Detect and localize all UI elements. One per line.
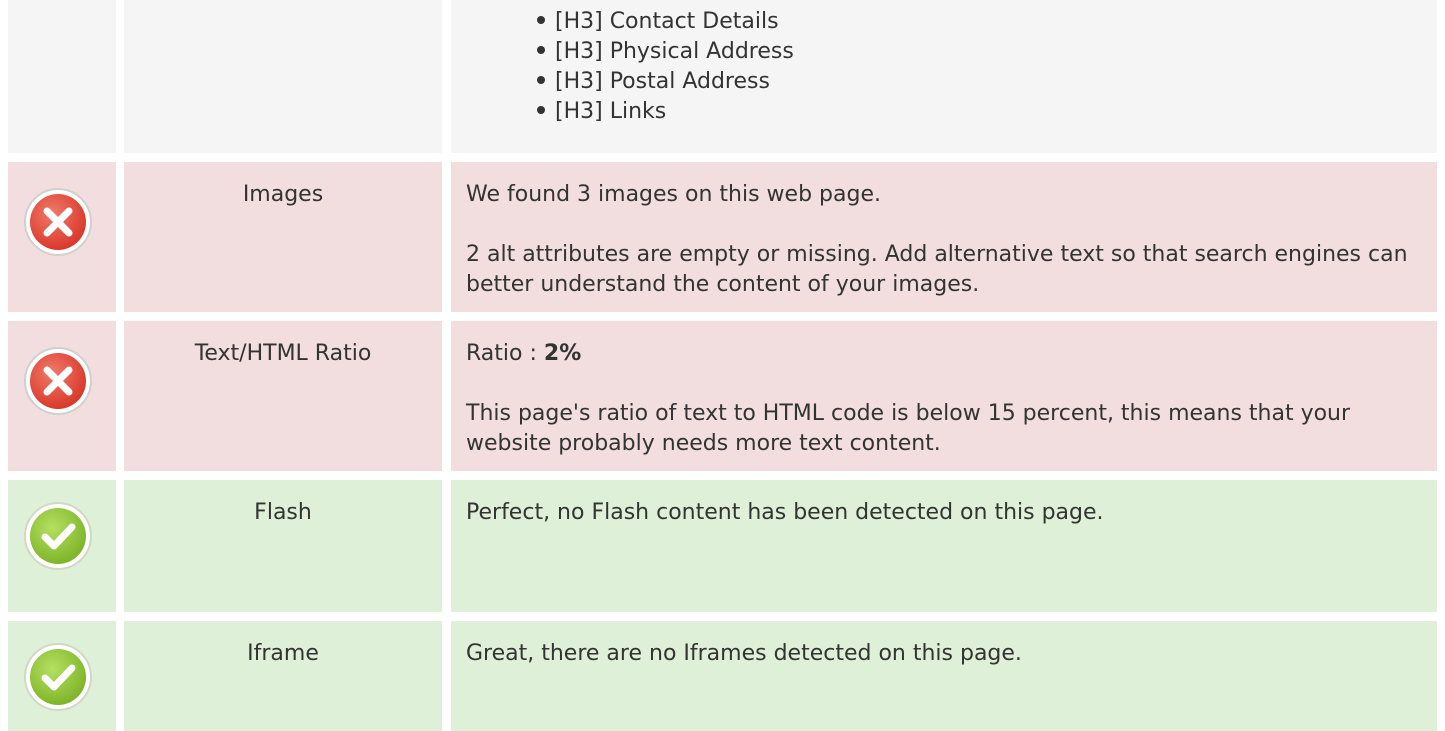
images-icon-cell [8,162,116,312]
check-label-ratio: Text/HTML Ratio [194,341,372,366]
iframe-icon-cell [8,621,116,731]
headings-icon-cell [8,0,116,153]
headings-body-cell: [H3] Contact Details [H3] Physical Addre… [451,0,1437,153]
iframe-label-cell: Iframe [124,621,442,731]
ratio-body-cell: Ratio : 2% This page's ratio of text to … [451,321,1437,471]
heading-list-item: [H3] Links [537,97,794,127]
images-advice: 2 alt attributes are empty or missing. A… [466,242,1408,297]
flash-icon-cell [8,480,116,612]
ratio-icon-cell [8,321,116,471]
error-icon [22,345,94,417]
heading-list-item: [H3] Physical Address [537,37,794,67]
ratio-advice: This page's ratio of text to HTML code i… [466,401,1351,456]
iframe-row: Iframe Great, there are no Iframes detec… [0,621,1445,731]
ratio-summary: Ratio : 2% [466,339,1427,369]
images-row: Images We found 3 images on this web pag… [0,162,1445,312]
heading-list-item: [H3] Contact Details [537,7,794,37]
ratio-value: 2% [543,341,582,366]
flash-body-cell: Perfect, no Flash content has been detec… [451,480,1437,612]
ratio-row: Text/HTML Ratio Ratio : 2% This page's r… [0,321,1445,471]
iframe-summary: Great, there are no Iframes detected on … [466,641,1022,666]
flash-row: Flash Perfect, no Flash content has been… [0,480,1445,612]
check-label-images: Images [242,182,324,207]
check-icon [22,641,94,713]
ratio-prefix: Ratio : [466,341,544,366]
images-summary: We found 3 images on this web page. [466,182,881,207]
check-icon [22,500,94,572]
images-body-cell: We found 3 images on this web page. 2 al… [451,162,1437,312]
error-icon [22,186,94,258]
ratio-label-cell: Text/HTML Ratio [124,321,442,471]
headings-label-cell [124,0,442,153]
flash-summary: Perfect, no Flash content has been detec… [466,500,1104,525]
heading-list: [H3] Contact Details [H3] Physical Addre… [537,7,794,127]
heading-list-item: [H3] Postal Address [537,67,794,97]
check-label-iframe: Iframe [247,641,319,666]
headings-row: [H3] Contact Details [H3] Physical Addre… [0,0,1445,153]
iframe-body-cell: Great, there are no Iframes detected on … [451,621,1437,731]
flash-label-cell: Flash [124,480,442,612]
seo-report: [H3] Contact Details [H3] Physical Addre… [0,0,1445,731]
check-label-flash: Flash [254,500,312,525]
images-label-cell: Images [124,162,442,312]
